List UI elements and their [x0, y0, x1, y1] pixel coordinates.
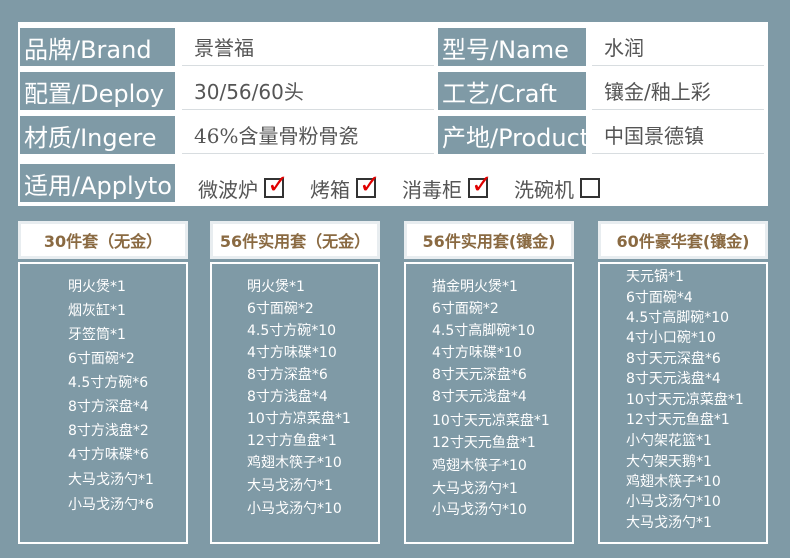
- set-items: 描金明火煲*1 6寸面碗*2 4.5寸高脚碗*10 4寸方味碟*10 8寸天元深…: [404, 262, 574, 544]
- set-panel-56-plain: 56件实用套（无金） 明火煲*1 6寸面碗*2 4.5寸方碗*10 4寸方味碟*…: [210, 221, 380, 544]
- list-item: 烟灰缸*1: [68, 303, 126, 319]
- list-item: 大勺架天鹅*1: [626, 454, 712, 470]
- list-item: 大马戈汤勺*1: [68, 472, 154, 488]
- list-item: 4寸小口碗*10: [626, 330, 716, 346]
- list-item: 6寸面碗*4: [626, 290, 693, 306]
- list-item: 小马戈汤勺*10: [626, 494, 721, 510]
- brand-label: 品牌/Brand: [20, 28, 175, 66]
- craft-label: 工艺/Craft: [438, 72, 586, 110]
- set-title: 60件豪华套(镶金): [598, 221, 768, 259]
- list-item: 大马戈汤勺*1: [432, 481, 518, 497]
- list-item: 4寸方味碟*10: [247, 345, 337, 361]
- checkmark-icon: ✓: [359, 170, 381, 200]
- brand-value: 景誉福: [182, 28, 434, 66]
- checkbox[interactable]: ✓: [468, 172, 493, 198]
- list-item: 鸡翅木筷子*10: [626, 474, 721, 490]
- applyto-options: 微波炉 ✓ 烤箱 ✓ 消毒柜 ✓ 洗碗机: [186, 172, 766, 204]
- list-item: 牙签筒*1: [68, 327, 126, 343]
- list-item: 大马戈汤勺*1: [247, 478, 333, 494]
- list-item: 12寸天元鱼盘*1: [432, 435, 536, 451]
- checkbox[interactable]: ✓: [264, 172, 289, 198]
- checkbox[interactable]: ✓: [356, 172, 381, 198]
- list-item: 鸡翅木筷子*10: [432, 458, 527, 474]
- checkbox[interactable]: [580, 178, 600, 198]
- list-item: 6寸面碗*2: [432, 301, 499, 317]
- list-item: 10寸天元凉菜盘*1: [626, 392, 744, 408]
- checkmark-icon: ✓: [471, 170, 493, 200]
- list-item: 大马戈汤勺*1: [626, 515, 712, 531]
- product-label: 产地/Product: [438, 116, 586, 154]
- list-item: 8寸天元深盘*6: [432, 367, 527, 383]
- set-items: 明火煲*1 6寸面碗*2 4.5寸方碗*10 4寸方味碟*10 8寸方深盘*6 …: [210, 262, 380, 544]
- set-items: 天元锅*1 6寸面碗*4 4.5寸高脚碗*10 4寸小口碗*10 8寸天元深盘*…: [598, 262, 768, 544]
- craft-value: 镶金/釉上彩: [592, 72, 764, 110]
- option-dishwasher: 洗碗机: [514, 174, 600, 203]
- list-item: 明火煲*1: [68, 279, 126, 295]
- list-item: 明火煲*1: [247, 279, 305, 295]
- set-panel-60-gold: 60件豪华套(镶金) 天元锅*1 6寸面碗*4 4.5寸高脚碗*10 4寸小口碗…: [598, 221, 768, 544]
- list-item: 天元锅*1: [626, 269, 684, 285]
- set-title: 56件实用套(镶金): [404, 221, 574, 259]
- set-items: 明火煲*1 烟灰缸*1 牙签筒*1 6寸面碗*2 4.5寸方碗*6 8寸方深盘*…: [18, 262, 188, 544]
- option-label: 洗碗机: [514, 177, 574, 202]
- option-label: 烤箱: [310, 177, 350, 202]
- list-item: 4.5寸方碗*6: [68, 375, 149, 391]
- list-item: 小马戈汤勺*10: [432, 502, 527, 518]
- list-item: 6寸面碗*2: [68, 351, 135, 367]
- list-item: 小马戈汤勺*6: [68, 497, 154, 513]
- ingere-label: 材质/Ingere: [20, 116, 175, 154]
- list-item: 描金明火煲*1: [432, 279, 518, 295]
- applyto-label: 适用/Applyto: [20, 164, 175, 202]
- list-item: 4.5寸高脚碗*10: [432, 323, 536, 339]
- list-item: 10寸方凉菜盘*1: [247, 411, 351, 427]
- list-item: 8寸方深盘*4: [68, 399, 149, 415]
- checkmark-icon: ✓: [267, 170, 289, 200]
- list-item: 8寸天元深盘*6: [626, 351, 721, 367]
- product-value: 中国景德镇: [592, 116, 764, 154]
- list-item: 8寸天元浅盘*4: [432, 389, 527, 405]
- list-item: 10寸天元凉菜盘*1: [432, 413, 550, 429]
- option-microwave: 微波炉 ✓: [198, 172, 289, 203]
- spec-table: 品牌/Brand 景誉福 型号/Name 水润 配置/Deploy 30/56/…: [18, 22, 768, 206]
- deploy-label: 配置/Deploy: [20, 72, 175, 110]
- list-item: 4寸方味碟*6: [68, 447, 149, 463]
- ingere-value: 46%含量骨粉骨瓷: [182, 116, 434, 154]
- list-item: 4.5寸高脚碗*10: [626, 310, 730, 326]
- list-item: 4.5寸方碗*10: [247, 323, 337, 339]
- list-item: 鸡翅木筷子*10: [247, 455, 342, 471]
- option-label: 消毒柜: [402, 177, 462, 202]
- set-panel-56-gold: 56件实用套(镶金) 描金明火煲*1 6寸面碗*2 4.5寸高脚碗*10 4寸方…: [404, 221, 574, 544]
- list-item: 8寸天元浅盘*4: [626, 371, 721, 387]
- deploy-value: 30/56/60头: [182, 72, 434, 110]
- list-item: 8寸方浅盘*4: [247, 389, 328, 405]
- set-panel-30: 30件套（无金） 明火煲*1 烟灰缸*1 牙签筒*1 6寸面碗*2 4.5寸方碗…: [18, 221, 188, 544]
- name-value: 水润: [592, 28, 764, 66]
- list-item: 6寸面碗*2: [247, 301, 314, 317]
- set-title: 30件套（无金）: [18, 221, 188, 259]
- list-item: 8寸方浅盘*2: [68, 423, 149, 439]
- list-item: 12寸天元鱼盘*1: [626, 412, 730, 428]
- option-label: 微波炉: [198, 177, 258, 202]
- list-item: 小勺架花篮*1: [626, 433, 712, 449]
- set-title: 56件实用套（无金）: [210, 221, 380, 259]
- list-item: 4寸方味碟*10: [432, 345, 522, 361]
- list-item: 12寸方鱼盘*1: [247, 433, 337, 449]
- name-label: 型号/Name: [438, 28, 586, 66]
- option-oven: 烤箱 ✓: [310, 172, 381, 203]
- list-item: 小马戈汤勺*10: [247, 501, 342, 517]
- option-sterilizer: 消毒柜 ✓: [402, 172, 493, 203]
- list-item: 8寸方深盘*6: [247, 367, 328, 383]
